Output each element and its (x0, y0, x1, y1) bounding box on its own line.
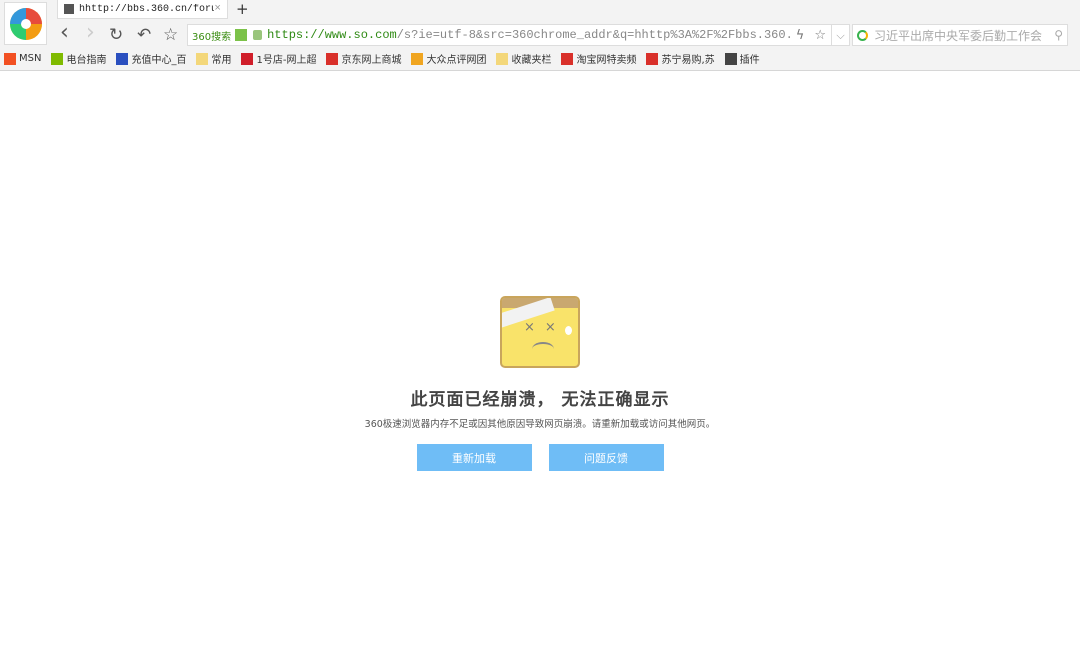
bookmark-label: 电台指南 (66, 51, 106, 66)
close-tab-icon[interactable]: × (214, 3, 221, 15)
search-engine-label[interactable]: 360搜索 (188, 28, 235, 43)
url-input[interactable]: https://www.so.com/s?ie=utf-8&src=360chr… (267, 28, 791, 42)
bookmark-label: MSN (19, 53, 41, 64)
bookmark-item[interactable]: 苏宁易购,苏 (646, 51, 714, 66)
crash-page: ×× 此页面已经崩溃， 无法正确显示 360极速浏览器内存不足或因其他原因导致网… (0, 296, 1080, 471)
reload-button[interactable]: ↻ (109, 25, 123, 45)
crash-title: 此页面已经崩溃， 无法正确显示 (0, 385, 1080, 410)
bookmark-item[interactable]: 插件 (725, 51, 760, 66)
bolt-icon[interactable]: ϟ (791, 28, 810, 43)
feedback-button[interactable]: 问题反馈 (549, 444, 664, 471)
bookmark-label: 收藏夹栏 (511, 51, 551, 66)
search-engine-icon (857, 30, 868, 41)
bookmark-icon (116, 53, 128, 65)
360-logo-icon (9, 7, 43, 41)
bookmark-icon (4, 53, 16, 65)
bookmark-label: 大众点评网团 (426, 51, 486, 66)
forward-button[interactable]: › (86, 20, 95, 45)
bookmark-icon (496, 53, 508, 65)
bookmark-star-icon[interactable]: ☆ (809, 28, 831, 43)
bookmark-icon (241, 53, 253, 65)
bookmark-label: 充值中心_百 (131, 51, 186, 66)
lock-icon[interactable] (253, 30, 262, 40)
tab-title: hhttp://bbs.360.cn/forum (79, 4, 214, 15)
page-icon (64, 4, 74, 14)
bookmark-icon (561, 53, 573, 65)
bookmark-icon (196, 53, 208, 65)
bookmark-label: 插件 (740, 51, 760, 66)
bookmark-label: 1号店-网上超 (256, 51, 316, 66)
bookmarks-bar: MSN 电台指南 充值中心_百 常用 1号店-网上超 京东网上商城 大众点评网团 收藏夹栏 淘宝… (4, 51, 760, 66)
bookmark-label: 苏宁易购,苏 (661, 51, 714, 66)
crash-message: 360极速浏览器内存不足或因其他原因导致网页崩溃。请重新加载或访问其他网页。 (0, 416, 1080, 430)
bookmark-item[interactable]: MSN (4, 53, 41, 65)
address-bar[interactable]: 360搜索 https://www.so.com/s?ie=utf-8&src=… (187, 24, 832, 46)
bookmark-item[interactable]: 京东网上商城 (326, 51, 401, 66)
bookmark-item[interactable]: 1号店-网上超 (241, 51, 316, 66)
bookmark-icon (51, 53, 63, 65)
bookmark-label: 淘宝网特卖频 (576, 51, 636, 66)
search-input[interactable]: 习近平出席中央军委后勤工作会 (874, 27, 1054, 44)
browser-chrome: hhttp://bbs.360.cn/forum × + ‹ › ↻ ↶ ☆ 3… (0, 0, 1080, 71)
bookmark-icon (646, 53, 658, 65)
bookmark-label: 京东网上商城 (341, 51, 401, 66)
bookmark-item[interactable]: 电台指南 (51, 51, 106, 66)
reload-page-button[interactable]: 重新加载 (417, 444, 532, 471)
bookmark-item[interactable]: 常用 (196, 51, 231, 66)
search-icon[interactable]: ⚲ (1054, 28, 1063, 42)
browser-logo[interactable] (4, 2, 47, 45)
favorite-button[interactable]: ☆ (163, 25, 178, 45)
back-button[interactable]: ‹ (60, 20, 69, 45)
bookmark-item[interactable]: 收藏夹栏 (496, 51, 551, 66)
crashed-face-icon: ×× (500, 296, 580, 368)
bookmark-icon (725, 53, 737, 65)
undo-close-button[interactable]: ↶ (137, 25, 151, 45)
bookmark-label: 常用 (211, 51, 231, 66)
bookmark-item[interactable]: 大众点评网团 (411, 51, 486, 66)
tab-active[interactable]: hhttp://bbs.360.cn/forum × (57, 0, 228, 19)
search-box[interactable]: 习近平出席中央军委后勤工作会 ⚲ (852, 24, 1068, 46)
bookmark-icon (326, 53, 338, 65)
new-tab-button[interactable]: + (236, 0, 249, 18)
bookmark-icon (411, 53, 423, 65)
verified-badge-icon (235, 29, 247, 41)
bookmark-item[interactable]: 充值中心_百 (116, 51, 186, 66)
address-dropdown-button[interactable]: ⌵ (832, 24, 850, 46)
bookmark-item[interactable]: 淘宝网特卖频 (561, 51, 636, 66)
